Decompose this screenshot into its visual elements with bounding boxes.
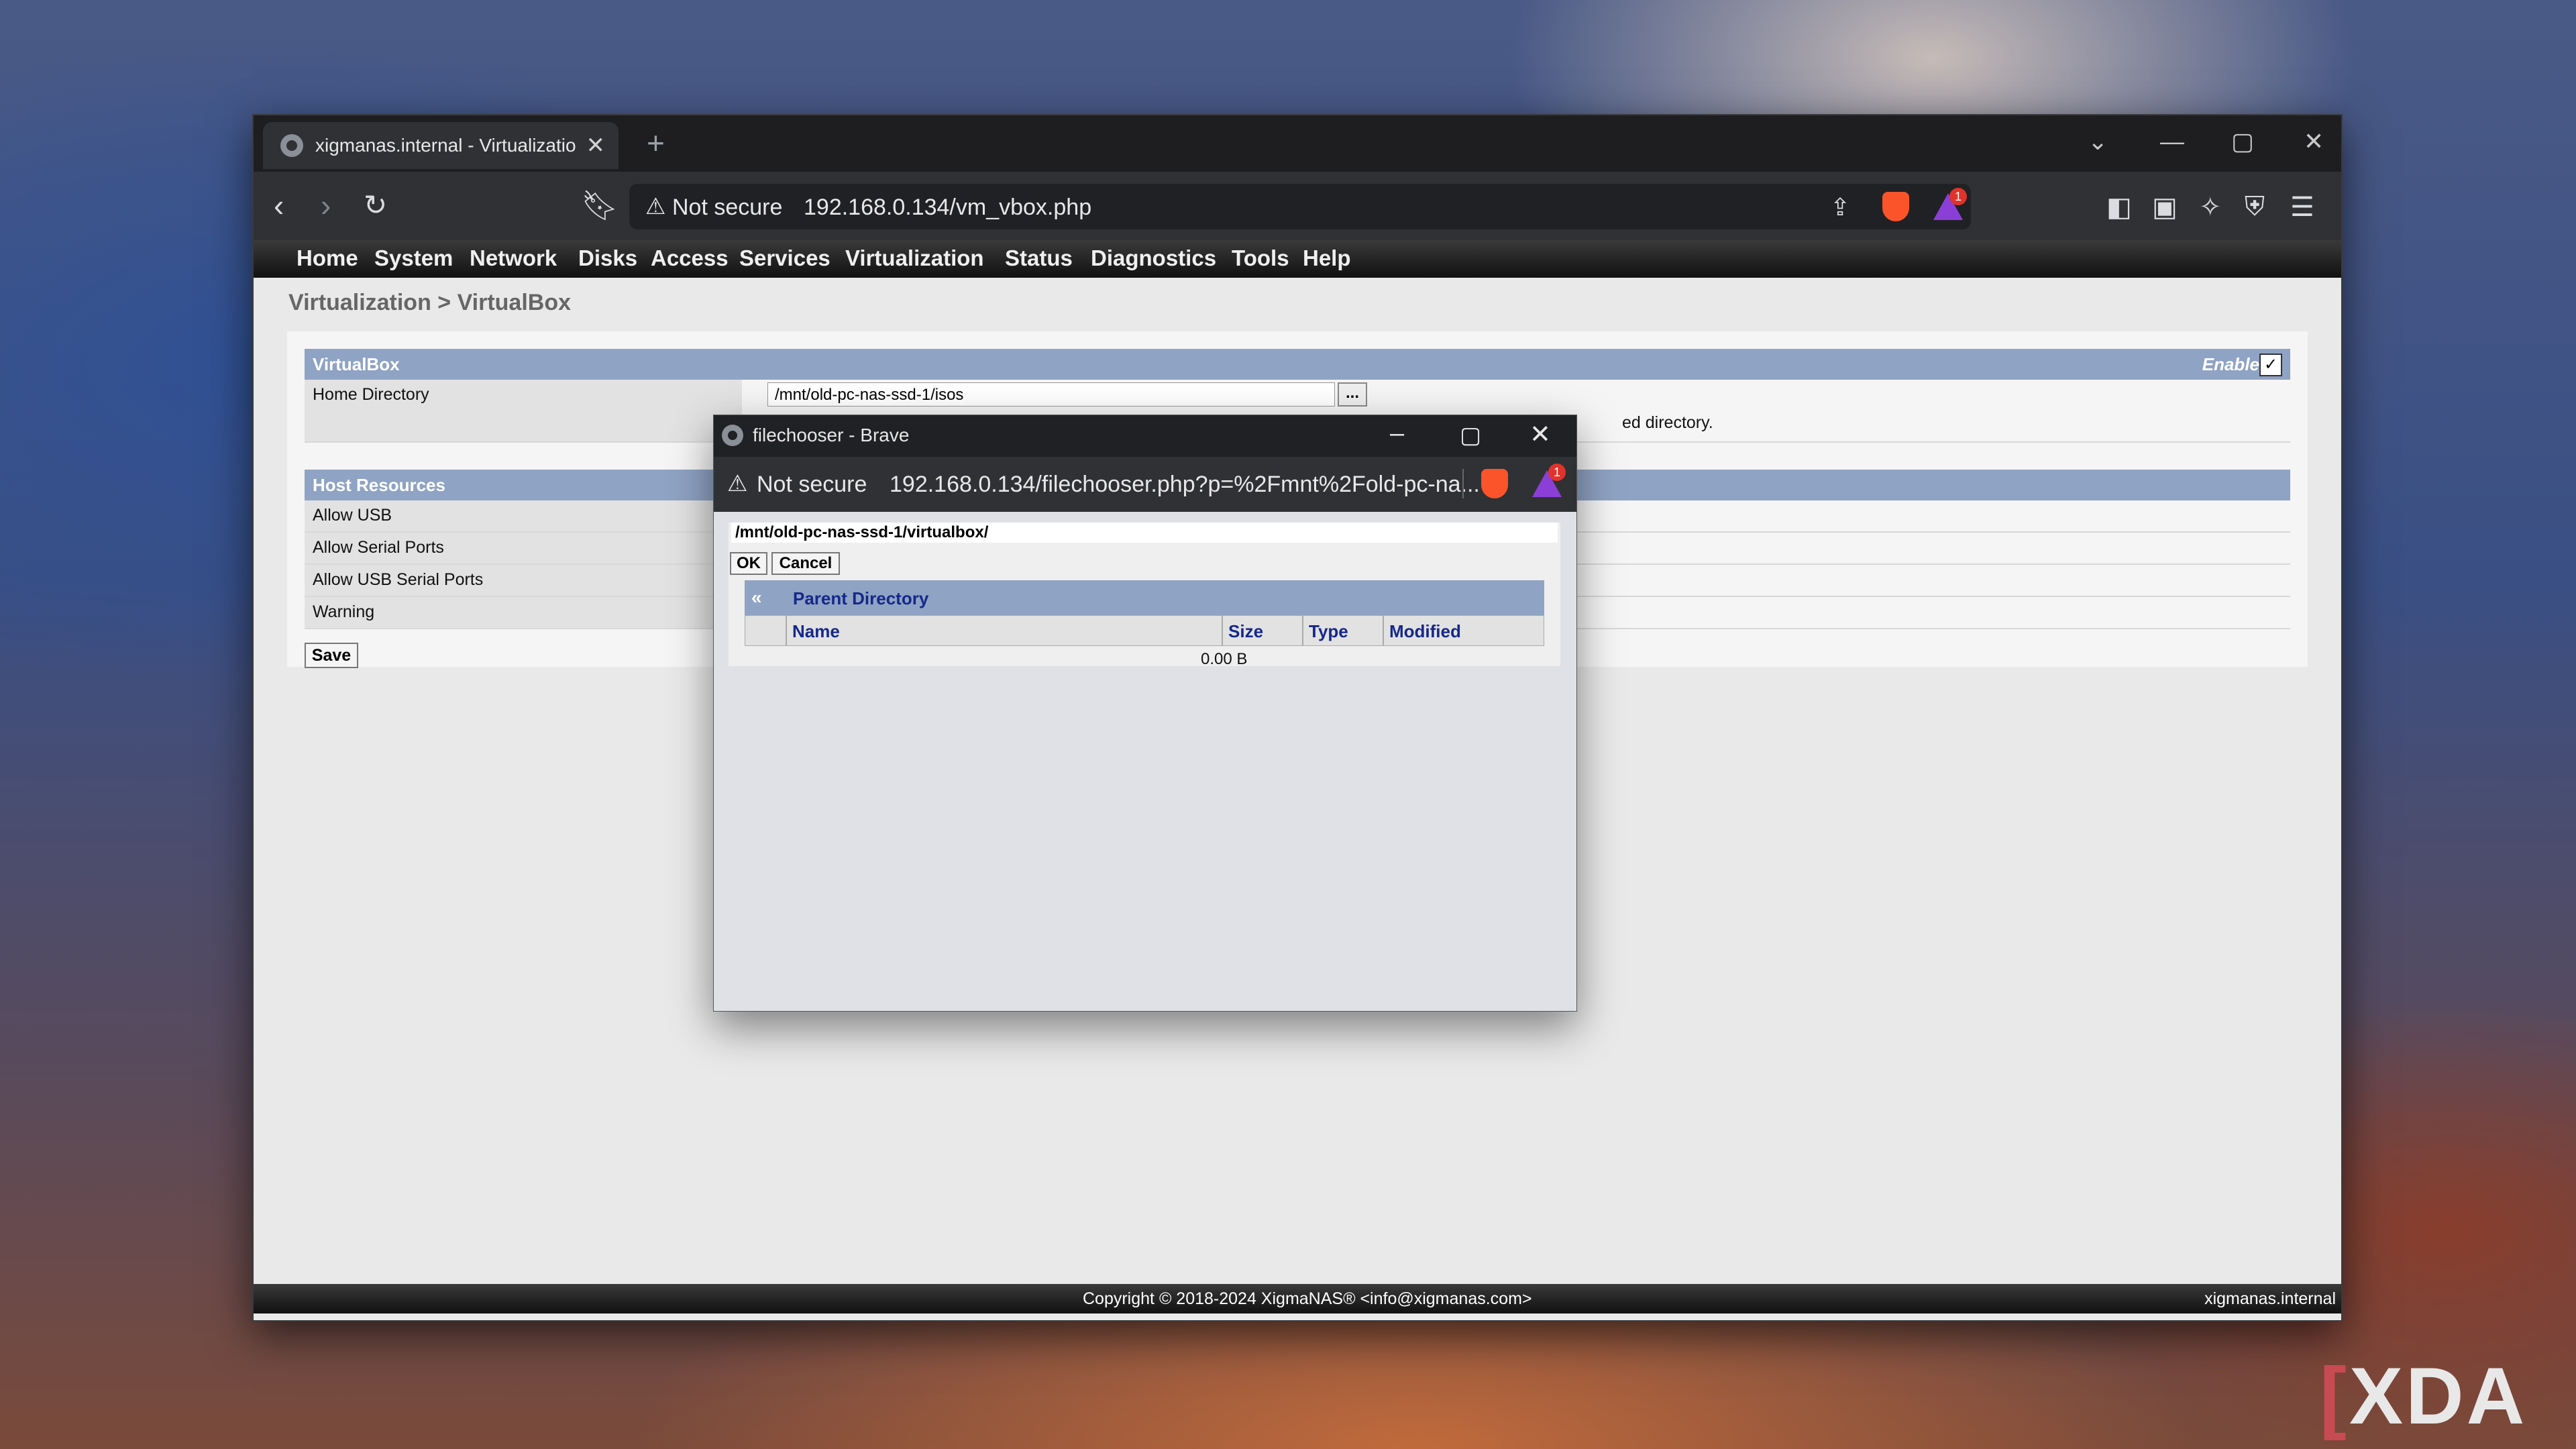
- security-label[interactable]: Not secure: [757, 472, 867, 498]
- tab-search-chevron-icon[interactable]: ⌄: [2088, 127, 2108, 156]
- popup-close-button[interactable]: ✕: [1529, 419, 1551, 449]
- menu-item-disks[interactable]: Disks: [578, 246, 637, 271]
- save-button[interactable]: Save: [305, 643, 358, 668]
- filechooser-body: /mnt/old-pc-nas-ssd-1/virtualbox/ OK Can…: [729, 523, 1560, 668]
- allow-serial-ports-label: Allow Serial Ports: [313, 538, 444, 557]
- xda-watermark: [XDA: [2320, 1350, 2527, 1442]
- tab-close-icon[interactable]: ✕: [586, 132, 606, 159]
- table-row-size: 0.00 B: [1201, 650, 1248, 668]
- menu-item-help[interactable]: Help: [1303, 246, 1351, 271]
- cancel-button[interactable]: Cancel: [771, 552, 840, 575]
- column-modified[interactable]: Modified: [1389, 621, 1461, 642]
- section-title: Host Resources: [313, 475, 445, 495]
- popup-title: filechooser - Brave: [753, 425, 910, 445]
- menu-item-tools[interactable]: Tools: [1232, 246, 1289, 271]
- allow-usb-serial-ports-label: Allow USB Serial Ports: [313, 570, 484, 589]
- menu-item-access[interactable]: Access: [651, 246, 729, 271]
- sidebar-icon[interactable]: ◧: [2106, 192, 2132, 223]
- path-input[interactable]: /mnt/old-pc-nas-ssd-1/virtualbox/: [731, 523, 1558, 543]
- address-bar[interactable]: ⚠ Not secure 192.168.0.134/vm_vbox.php ⇪…: [629, 184, 1971, 229]
- home-directory-help: ed directory.: [1622, 413, 1713, 432]
- popup-minimize-button[interactable]: –: [1390, 419, 1404, 448]
- brave-shields-icon[interactable]: [1481, 469, 1508, 498]
- browse-button[interactable]: ...: [1338, 382, 1367, 407]
- file-table-header: Name Size Type Modified: [745, 615, 1544, 646]
- back-icon[interactable]: ‹: [274, 186, 284, 224]
- divider: [1462, 469, 1464, 498]
- popup-address-bar[interactable]: ⚠ Not secure 192.168.0.134/filechooser.p…: [714, 457, 1576, 512]
- section-title: VirtualBox: [313, 354, 400, 374]
- main-menu: Home System Network Disks Access Service…: [254, 240, 2341, 278]
- home-directory-label: Home Directory: [313, 385, 429, 404]
- brave-logo-icon: [722, 425, 743, 446]
- bookmark-icon[interactable]: 🔖︎: [581, 188, 619, 223]
- maximize-button[interactable]: ▢: [2231, 127, 2254, 156]
- xda-text: XDA: [2349, 1351, 2528, 1441]
- enable-checkbox[interactable]: ✓: [2259, 354, 2282, 376]
- home-directory-input[interactable]: /mnt/old-pc-nas-ssd-1/isos: [767, 382, 1335, 407]
- warning-label: Warning: [313, 602, 375, 621]
- back-arrow-icon: «: [751, 587, 762, 608]
- site-favicon-icon: [280, 134, 303, 157]
- share-icon[interactable]: ⇪: [1830, 193, 1850, 221]
- url-text[interactable]: 192.168.0.134/vm_vbox.php: [804, 195, 1091, 221]
- hostname-text: xigmanas.internal: [2204, 1289, 2336, 1308]
- security-label[interactable]: Not secure: [672, 195, 782, 221]
- parent-directory-link[interactable]: Parent Directory: [793, 588, 928, 609]
- popup-url-text[interactable]: 192.168.0.134/filechooser.php?p=%2Fmnt%2…: [890, 472, 1480, 498]
- virtualbox-section-header: VirtualBox Enable ✓: [305, 349, 2290, 380]
- reload-icon[interactable]: ↻: [364, 186, 387, 224]
- ok-button[interactable]: OK: [730, 552, 767, 575]
- vpn-icon[interactable]: ⛨: [2245, 192, 2265, 222]
- menu-item-status[interactable]: Status: [1005, 246, 1073, 271]
- copyright-text: Copyright © 2018-2024 XigmaNAS® <info@xi…: [1083, 1289, 1532, 1308]
- enable-label: Enable: [2202, 354, 2259, 374]
- parent-directory-row[interactable]: « Parent Directory: [745, 580, 1544, 615]
- menu-icon[interactable]: ☰: [2290, 192, 2314, 223]
- footer: Copyright © 2018-2024 XigmaNAS® <info@xi…: [254, 1284, 2341, 1313]
- browser-toolbar: ‹ › ↻ 🔖︎ ⚠ Not secure 192.168.0.134/vm_v…: [254, 172, 2341, 240]
- column-size[interactable]: Size: [1228, 621, 1263, 642]
- browser-tab[interactable]: xigmanas.internal - Virtualizatio ✕: [263, 122, 619, 169]
- menu-item-diagnostics[interactable]: Diagnostics: [1091, 246, 1216, 271]
- popup-maximize-button[interactable]: ▢: [1460, 422, 1481, 449]
- tab-title: xigmanas.internal - Virtualizatio: [315, 135, 576, 156]
- menu-item-virtualization[interactable]: Virtualization: [845, 246, 984, 271]
- leo-ai-icon[interactable]: ✧: [2199, 192, 2222, 223]
- menu-item-home[interactable]: Home: [297, 246, 358, 271]
- menu-item-services[interactable]: Services: [739, 246, 830, 271]
- warning-icon: ⚠: [645, 194, 666, 219]
- rewards-badge: 1: [1949, 188, 1967, 205]
- popup-title-bar: filechooser - Brave – ▢ ✕: [714, 415, 1576, 457]
- minimize-button[interactable]: —: [2160, 127, 2184, 156]
- brave-shields-icon[interactable]: [1882, 192, 1909, 221]
- breadcrumb: Virtualization > VirtualBox: [288, 290, 572, 315]
- menu-item-system[interactable]: System: [374, 246, 453, 271]
- wallet-icon[interactable]: ▣: [2152, 192, 2178, 223]
- close-window-button[interactable]: ✕: [2304, 127, 2324, 156]
- menu-item-network[interactable]: Network: [470, 246, 557, 271]
- new-tab-button[interactable]: +: [647, 125, 665, 161]
- allow-usb-label: Allow USB: [313, 506, 392, 525]
- forward-icon[interactable]: ›: [321, 186, 331, 224]
- column-type[interactable]: Type: [1309, 621, 1348, 642]
- rewards-badge: 1: [1548, 464, 1566, 481]
- tab-bar: xigmanas.internal - Virtualizatio ✕ + ⌄ …: [254, 115, 2341, 172]
- xda-bracket-icon: [: [2320, 1351, 2349, 1441]
- filechooser-popup: filechooser - Brave – ▢ ✕ ⚠ Not secure 1…: [713, 415, 1577, 1012]
- column-name[interactable]: Name: [792, 621, 840, 642]
- warning-icon: ⚠: [727, 471, 748, 496]
